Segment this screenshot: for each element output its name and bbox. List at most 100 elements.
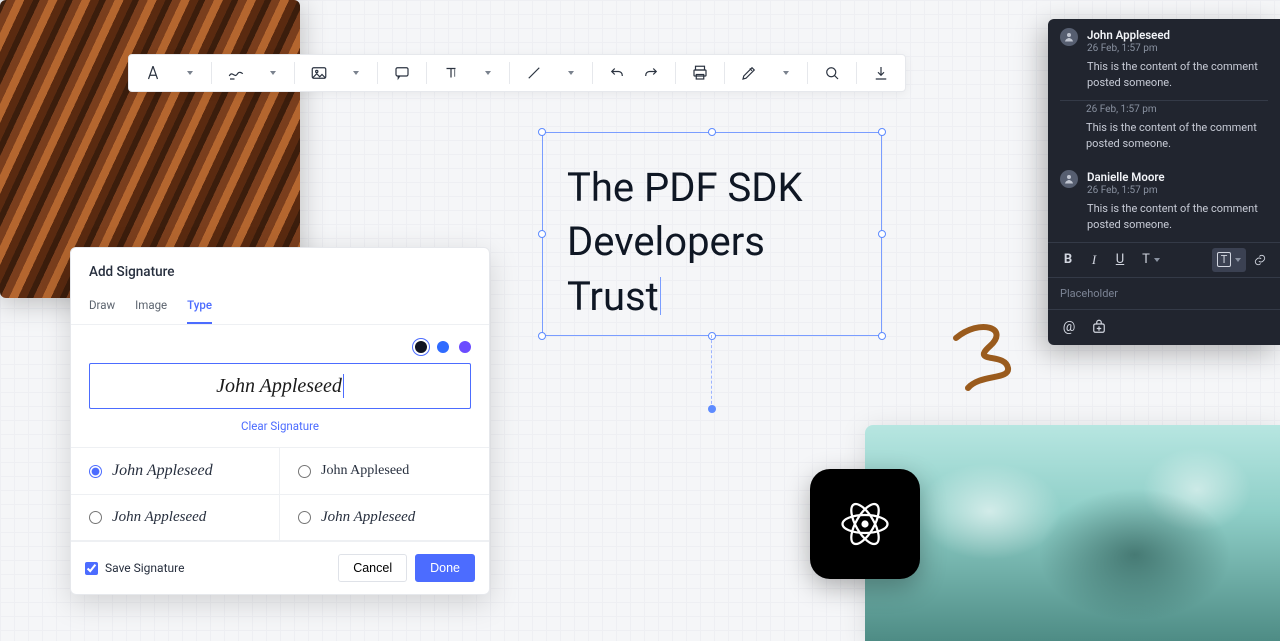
search-icon[interactable] xyxy=(820,61,844,85)
text-icon[interactable] xyxy=(439,61,463,85)
resize-handle[interactable] xyxy=(708,332,716,340)
font-radio[interactable] xyxy=(298,465,311,478)
font-option-2[interactable]: John Appleseed xyxy=(71,495,280,541)
font-sample: John Appleseed xyxy=(112,509,206,526)
resize-handle[interactable] xyxy=(708,128,716,136)
redo-icon[interactable] xyxy=(639,61,663,85)
toolbar-separator xyxy=(856,62,857,84)
react-icon xyxy=(838,497,892,551)
signature-tabs: Draw Image Type xyxy=(71,290,489,325)
undo-icon[interactable] xyxy=(605,61,629,85)
mention-button[interactable]: @ xyxy=(1060,318,1078,336)
avatar-icon xyxy=(1060,170,1078,188)
link-button[interactable] xyxy=(1248,248,1272,272)
freehand-annotation xyxy=(950,318,1028,396)
image-icon[interactable] xyxy=(307,61,331,85)
comment-text: This is the content of the comment poste… xyxy=(1087,201,1268,233)
font-sample: John Appleseed xyxy=(112,462,213,480)
line-dropdown[interactable] xyxy=(556,61,580,85)
resize-handle[interactable] xyxy=(538,128,546,136)
clear-signature-link[interactable]: Clear Signature xyxy=(89,409,471,437)
resize-handle[interactable] xyxy=(878,332,886,340)
tab-draw[interactable]: Draw xyxy=(89,290,115,324)
toolbar-separator xyxy=(294,62,295,84)
comment-author: John Appleseed xyxy=(1087,28,1268,42)
toolbar-separator xyxy=(211,62,212,84)
rotate-handle[interactable] xyxy=(708,405,716,413)
cancel-button[interactable]: Cancel xyxy=(338,554,407,582)
hero-text: The PDF SDK Developers Trust xyxy=(567,164,803,320)
color-swatch-black[interactable] xyxy=(415,341,427,353)
resize-handle[interactable] xyxy=(538,230,546,238)
font-option-3[interactable]: John Appleseed xyxy=(280,495,489,541)
bold-button[interactable]: B xyxy=(1056,248,1080,272)
tab-type[interactable]: Type xyxy=(187,290,212,324)
edit-dropdown[interactable] xyxy=(771,61,795,85)
comment-placeholder: Placeholder xyxy=(1060,287,1118,300)
avatar-icon xyxy=(1060,28,1078,46)
rotate-stem xyxy=(711,335,712,409)
edit-icon[interactable] xyxy=(737,61,761,85)
font-radio[interactable] xyxy=(298,511,311,524)
print-icon[interactable] xyxy=(688,61,712,85)
resize-handle[interactable] xyxy=(538,332,546,340)
comment-input[interactable]: Placeholder xyxy=(1048,277,1280,309)
text-cursor xyxy=(660,277,661,315)
comment-timestamp: 26 Feb, 1:57 pm xyxy=(1087,43,1268,54)
save-label: Save Signature xyxy=(105,561,184,575)
resize-handle[interactable] xyxy=(878,230,886,238)
compass-dropdown[interactable] xyxy=(175,61,199,85)
comment-reply[interactable]: 26 Feb, 1:57 pm This is the content of t… xyxy=(1048,101,1280,161)
signature-type-input[interactable]: John Appleseed xyxy=(89,363,471,409)
main-toolbar xyxy=(128,54,906,92)
hero-text-box[interactable]: The PDF SDK Developers Trust xyxy=(542,132,882,336)
toolbar-separator xyxy=(675,62,676,84)
font-radio[interactable] xyxy=(89,465,102,478)
comment-text: This is the content of the comment poste… xyxy=(1086,120,1268,152)
done-button[interactable]: Done xyxy=(415,554,475,582)
comment-author: Danielle Moore xyxy=(1087,170,1268,184)
font-option-1[interactable]: John Appleseed xyxy=(280,448,489,495)
font-sample: John Appleseed xyxy=(321,509,415,526)
comment-item[interactable]: John Appleseed 26 Feb, 1:57 pm This is t… xyxy=(1048,19,1280,100)
signature-font-options: John Appleseed John Appleseed John Apple… xyxy=(71,447,489,541)
font-sample: John Appleseed xyxy=(321,463,409,479)
resize-handle[interactable] xyxy=(878,128,886,136)
toolbar-separator xyxy=(509,62,510,84)
toolbar-separator xyxy=(592,62,593,84)
comment-item[interactable]: Danielle Moore 26 Feb, 1:57 pm This is t… xyxy=(1048,161,1280,242)
text-cursor xyxy=(343,374,344,398)
signature-dialog: Add Signature Draw Image Type John Apple… xyxy=(70,247,490,595)
color-picker xyxy=(89,341,471,353)
line-icon[interactable] xyxy=(522,61,546,85)
emoji-button[interactable] xyxy=(1090,318,1108,336)
comment-text: This is the content of the comment poste… xyxy=(1087,59,1268,91)
color-swatch-blue[interactable] xyxy=(437,341,449,353)
format-toolbar: B I U T T xyxy=(1048,242,1280,277)
image-dropdown[interactable] xyxy=(341,61,365,85)
toolbar-separator xyxy=(426,62,427,84)
decorative-mountain-image xyxy=(865,425,1280,641)
text-highlight-button[interactable]: T xyxy=(1212,248,1246,272)
font-option-0[interactable]: John Appleseed xyxy=(71,448,280,495)
comment-icon[interactable] xyxy=(390,61,414,85)
comments-panel: John Appleseed 26 Feb, 1:57 pm This is t… xyxy=(1048,19,1280,345)
color-swatch-purple[interactable] xyxy=(459,341,471,353)
freehand-dropdown[interactable] xyxy=(258,61,282,85)
download-icon[interactable] xyxy=(869,61,893,85)
comment-timestamp: 26 Feb, 1:57 pm xyxy=(1087,185,1268,196)
save-checkbox[interactable] xyxy=(85,562,98,575)
toolbar-separator xyxy=(377,62,378,84)
freehand-icon[interactable] xyxy=(224,61,248,85)
tab-image[interactable]: Image xyxy=(135,290,167,324)
italic-button[interactable]: I xyxy=(1082,248,1106,272)
signature-typed-text: John Appleseed xyxy=(216,375,342,398)
comment-actions: @ xyxy=(1048,309,1280,344)
save-signature-checkbox[interactable]: Save Signature xyxy=(85,561,184,575)
compass-icon[interactable] xyxy=(141,61,165,85)
underline-button[interactable]: U xyxy=(1108,248,1132,272)
font-radio[interactable] xyxy=(89,511,102,524)
signature-title: Add Signature xyxy=(71,248,489,290)
text-dropdown[interactable] xyxy=(473,61,497,85)
text-style-button[interactable]: T xyxy=(1134,248,1168,272)
